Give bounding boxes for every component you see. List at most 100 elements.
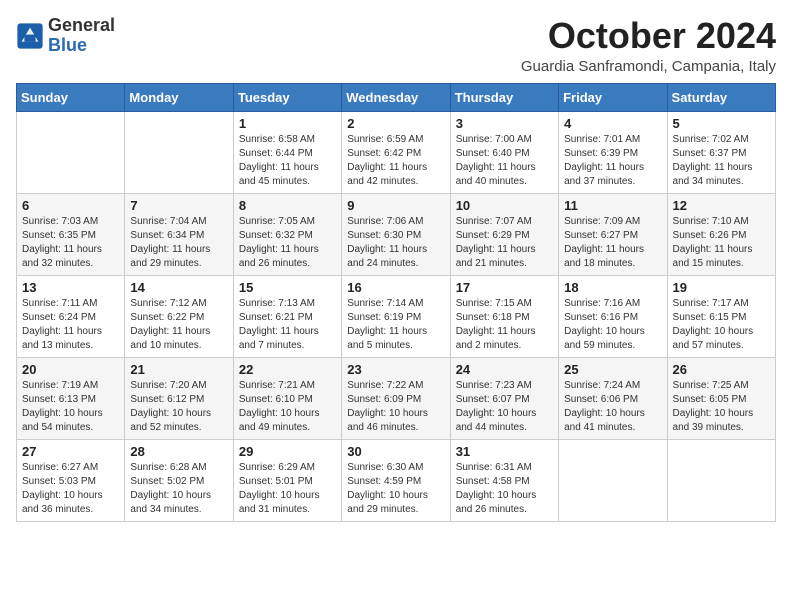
calendar-cell: 12 Sunrise: 7:10 AM Sunset: 6:26 PM Dayl…: [667, 193, 775, 275]
calendar-cell: 23 Sunrise: 7:22 AM Sunset: 6:09 PM Dayl…: [342, 357, 450, 439]
sunrise-text: Sunrise: 7:11 AM: [22, 298, 97, 309]
sunrise-text: Sunrise: 6:31 AM: [456, 462, 532, 473]
day-info: Sunrise: 7:15 AM Sunset: 6:18 PM Dayligh…: [456, 297, 553, 353]
daylight-text: Daylight: 11 hours and 29 minutes.: [130, 244, 210, 269]
day-info: Sunrise: 7:14 AM Sunset: 6:19 PM Dayligh…: [347, 297, 444, 353]
daylight-text: Daylight: 10 hours and 49 minutes.: [239, 408, 320, 433]
weekday-header: Wednesday: [342, 83, 450, 111]
title-area: October 2024 Guardia Sanframondi, Campan…: [521, 16, 776, 75]
daylight-text: Daylight: 11 hours and 26 minutes.: [239, 244, 319, 269]
calendar-cell: 26 Sunrise: 7:25 AM Sunset: 6:05 PM Dayl…: [667, 357, 775, 439]
calendar-cell: [559, 439, 667, 521]
day-info: Sunrise: 6:59 AM Sunset: 6:42 PM Dayligh…: [347, 133, 444, 189]
weekday-header-row: SundayMondayTuesdayWednesdayThursdayFrid…: [17, 83, 776, 111]
sunrise-text: Sunrise: 7:07 AM: [456, 216, 532, 227]
day-number: 27: [22, 444, 119, 459]
day-number: 2: [347, 116, 444, 131]
day-info: Sunrise: 7:22 AM Sunset: 6:09 PM Dayligh…: [347, 379, 444, 435]
day-info: Sunrise: 7:02 AM Sunset: 6:37 PM Dayligh…: [673, 133, 770, 189]
sunrise-text: Sunrise: 7:10 AM: [673, 216, 749, 227]
calendar-cell: 20 Sunrise: 7:19 AM Sunset: 6:13 PM Dayl…: [17, 357, 125, 439]
daylight-text: Daylight: 11 hours and 13 minutes.: [22, 326, 102, 351]
calendar-cell: 22 Sunrise: 7:21 AM Sunset: 6:10 PM Dayl…: [233, 357, 341, 439]
sunrise-text: Sunrise: 7:22 AM: [347, 380, 423, 391]
day-info: Sunrise: 7:17 AM Sunset: 6:15 PM Dayligh…: [673, 297, 770, 353]
sunset-text: Sunset: 6:10 PM: [239, 394, 313, 405]
day-info: Sunrise: 7:21 AM Sunset: 6:10 PM Dayligh…: [239, 379, 336, 435]
sunset-text: Sunset: 5:01 PM: [239, 476, 313, 487]
daylight-text: Daylight: 10 hours and 59 minutes.: [564, 326, 645, 351]
calendar-cell: 19 Sunrise: 7:17 AM Sunset: 6:15 PM Dayl…: [667, 275, 775, 357]
location-subtitle: Guardia Sanframondi, Campania, Italy: [521, 58, 776, 75]
logo-blue-text: Blue: [48, 35, 87, 55]
day-number: 25: [564, 362, 661, 377]
day-number: 22: [239, 362, 336, 377]
daylight-text: Daylight: 11 hours and 21 minutes.: [456, 244, 536, 269]
day-number: 28: [130, 444, 227, 459]
sunrise-text: Sunrise: 7:04 AM: [130, 216, 206, 227]
day-info: Sunrise: 7:19 AM Sunset: 6:13 PM Dayligh…: [22, 379, 119, 435]
sunset-text: Sunset: 6:40 PM: [456, 148, 530, 159]
sunset-text: Sunset: 5:03 PM: [22, 476, 96, 487]
sunset-text: Sunset: 6:07 PM: [456, 394, 530, 405]
logo-general-text: General: [48, 15, 115, 35]
daylight-text: Daylight: 11 hours and 5 minutes.: [347, 326, 427, 351]
daylight-text: Daylight: 11 hours and 45 minutes.: [239, 162, 319, 187]
day-info: Sunrise: 6:29 AM Sunset: 5:01 PM Dayligh…: [239, 461, 336, 517]
sunrise-text: Sunrise: 7:01 AM: [564, 134, 640, 145]
day-number: 14: [130, 280, 227, 295]
sunset-text: Sunset: 6:26 PM: [673, 230, 747, 241]
daylight-text: Daylight: 11 hours and 42 minutes.: [347, 162, 427, 187]
sunrise-text: Sunrise: 6:27 AM: [22, 462, 98, 473]
sunrise-text: Sunrise: 7:19 AM: [22, 380, 98, 391]
sunset-text: Sunset: 6:06 PM: [564, 394, 638, 405]
month-title: October 2024: [521, 16, 776, 56]
daylight-text: Daylight: 11 hours and 18 minutes.: [564, 244, 644, 269]
calendar-cell: 6 Sunrise: 7:03 AM Sunset: 6:35 PM Dayli…: [17, 193, 125, 275]
sunset-text: Sunset: 6:30 PM: [347, 230, 421, 241]
page-header: General Blue October 2024 Guardia Sanfra…: [16, 16, 776, 75]
sunset-text: Sunset: 6:42 PM: [347, 148, 421, 159]
daylight-text: Daylight: 11 hours and 2 minutes.: [456, 326, 536, 351]
day-info: Sunrise: 7:16 AM Sunset: 6:16 PM Dayligh…: [564, 297, 661, 353]
day-number: 6: [22, 198, 119, 213]
day-info: Sunrise: 7:03 AM Sunset: 6:35 PM Dayligh…: [22, 215, 119, 271]
sunset-text: Sunset: 5:02 PM: [130, 476, 204, 487]
calendar-cell: 8 Sunrise: 7:05 AM Sunset: 6:32 PM Dayli…: [233, 193, 341, 275]
sunset-text: Sunset: 6:15 PM: [673, 312, 747, 323]
sunrise-text: Sunrise: 7:25 AM: [673, 380, 749, 391]
day-info: Sunrise: 7:10 AM Sunset: 6:26 PM Dayligh…: [673, 215, 770, 271]
calendar-week-row: 13 Sunrise: 7:11 AM Sunset: 6:24 PM Dayl…: [17, 275, 776, 357]
sunrise-text: Sunrise: 6:30 AM: [347, 462, 423, 473]
daylight-text: Daylight: 11 hours and 32 minutes.: [22, 244, 102, 269]
calendar-cell: 5 Sunrise: 7:02 AM Sunset: 6:37 PM Dayli…: [667, 111, 775, 193]
daylight-text: Daylight: 11 hours and 10 minutes.: [130, 326, 210, 351]
sunset-text: Sunset: 4:59 PM: [347, 476, 421, 487]
daylight-text: Daylight: 10 hours and 29 minutes.: [347, 490, 428, 515]
calendar-cell: 17 Sunrise: 7:15 AM Sunset: 6:18 PM Dayl…: [450, 275, 558, 357]
sunset-text: Sunset: 6:18 PM: [456, 312, 530, 323]
calendar-cell: 7 Sunrise: 7:04 AM Sunset: 6:34 PM Dayli…: [125, 193, 233, 275]
sunset-text: Sunset: 6:35 PM: [22, 230, 96, 241]
weekday-header: Saturday: [667, 83, 775, 111]
sunrise-text: Sunrise: 7:13 AM: [239, 298, 315, 309]
sunset-text: Sunset: 6:32 PM: [239, 230, 313, 241]
day-number: 26: [673, 362, 770, 377]
weekday-header: Friday: [559, 83, 667, 111]
daylight-text: Daylight: 10 hours and 46 minutes.: [347, 408, 428, 433]
day-number: 10: [456, 198, 553, 213]
calendar-cell: 28 Sunrise: 6:28 AM Sunset: 5:02 PM Dayl…: [125, 439, 233, 521]
day-number: 18: [564, 280, 661, 295]
daylight-text: Daylight: 11 hours and 7 minutes.: [239, 326, 319, 351]
weekday-header: Monday: [125, 83, 233, 111]
sunset-text: Sunset: 6:22 PM: [130, 312, 204, 323]
day-info: Sunrise: 6:30 AM Sunset: 4:59 PM Dayligh…: [347, 461, 444, 517]
day-info: Sunrise: 7:04 AM Sunset: 6:34 PM Dayligh…: [130, 215, 227, 271]
day-info: Sunrise: 7:20 AM Sunset: 6:12 PM Dayligh…: [130, 379, 227, 435]
daylight-text: Daylight: 10 hours and 36 minutes.: [22, 490, 103, 515]
calendar-cell: 31 Sunrise: 6:31 AM Sunset: 4:58 PM Dayl…: [450, 439, 558, 521]
calendar-cell: 13 Sunrise: 7:11 AM Sunset: 6:24 PM Dayl…: [17, 275, 125, 357]
sunrise-text: Sunrise: 7:12 AM: [130, 298, 206, 309]
day-number: 15: [239, 280, 336, 295]
weekday-header: Tuesday: [233, 83, 341, 111]
